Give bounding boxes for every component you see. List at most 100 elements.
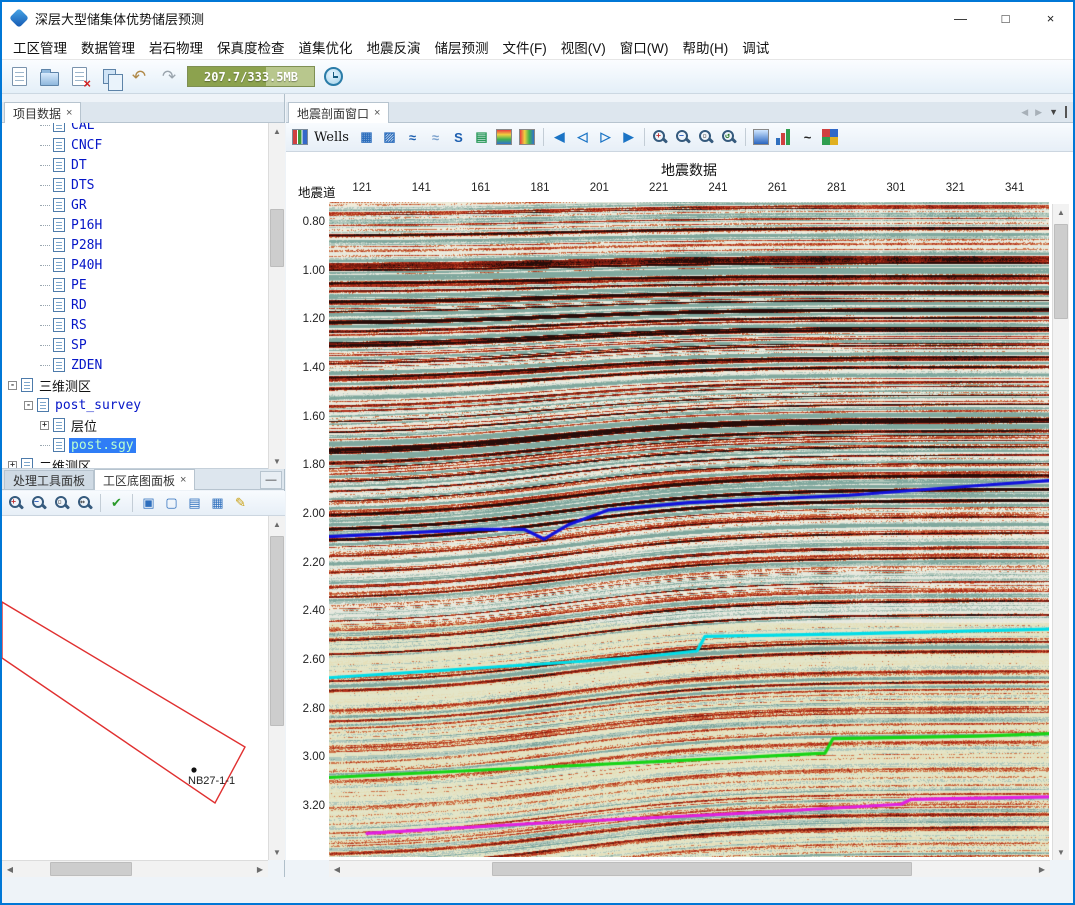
basemap-canvas[interactable]: NB27-1-1 [2,516,268,860]
edit-icon[interactable]: ✎ [231,494,250,513]
tab-close-icon[interactable]: × [374,107,380,119]
prev-section-icon[interactable]: ◁ [573,128,592,147]
basemap-hscrollbar[interactable]: ◀ ▶ [2,860,268,877]
zoom-in-icon[interactable]: + [6,494,25,513]
tab-工区底图面板[interactable]: 工区底图面板× [94,469,195,490]
menu-item-数据管理[interactable]: 数据管理 [74,34,142,60]
maximize-button[interactable]: □ [983,2,1028,34]
tree-item-DTS[interactable]: DTS [2,175,268,195]
zoom-in-icon[interactable]: + [651,128,670,147]
tree-toggle-icon[interactable]: + [8,461,17,470]
tree-item-SP[interactable]: SP [2,335,268,355]
menu-item-保真度检查[interactable]: 保真度检查 [210,34,292,60]
tab-list-icon[interactable]: ▼ [1049,107,1058,117]
tree-item-post_survey[interactable]: -post_survey [2,395,268,415]
zoom-out-icon[interactable]: − [29,494,48,513]
tree-toggle-icon[interactable]: - [24,401,33,410]
menu-item-帮助(H)[interactable]: 帮助(H) [675,34,735,60]
scroll-thumb[interactable] [270,209,284,267]
nav-next-icon[interactable]: ▶ [1035,107,1042,118]
tab-close-icon[interactable]: × [180,474,186,486]
tree-item-层位[interactable]: +层位 [2,415,268,435]
tree-item-P40H[interactable]: P40H [2,255,268,275]
variable-density-icon[interactable]: ▦ [357,128,376,147]
scroll-up-icon[interactable]: ▲ [269,123,285,139]
menu-item-工区管理[interactable]: 工区管理 [6,34,74,60]
tree-item-PE[interactable]: PE [2,275,268,295]
close-file-icon[interactable]: × [67,65,91,89]
overlay-grid-icon[interactable]: ▤ [472,128,491,147]
basemap-view[interactable]: NB27-1-1 [2,516,268,860]
density-mute-icon[interactable]: ▨ [380,128,399,147]
tab-seismic-section[interactable]: 地震剖面窗口 × [288,102,389,123]
tab-project-data[interactable]: 项目数据 × [4,102,81,123]
zoom-out-icon[interactable]: − [674,128,693,147]
tree-item-RD[interactable]: RD [2,295,268,315]
layers-icon[interactable]: ▤ [185,494,204,513]
scroll-thumb[interactable] [1054,224,1068,319]
attribute-icon[interactable] [821,128,840,147]
scroll-left-icon[interactable]: ◀ [329,861,345,877]
scroll-down-icon[interactable]: ▼ [1053,844,1069,860]
scroll-up-icon[interactable]: ▲ [269,516,285,532]
tree-item-P16H[interactable]: P16H [2,215,268,235]
scroll-right-icon[interactable]: ▶ [1034,861,1050,877]
menu-item-储层预测[interactable]: 储层预测 [428,34,496,60]
scroll-up-icon[interactable]: ▲ [1053,204,1069,220]
frame-icon[interactable]: ▢ [162,494,181,513]
select-icon[interactable]: ✔ [107,494,126,513]
seismic-vscrollbar[interactable]: ▲ ▼ [1052,204,1069,860]
tree-item-CAL[interactable]: CAL [2,123,268,135]
scroll-left-icon[interactable]: ◀ [2,861,18,877]
tree-toggle-icon[interactable]: - [8,381,17,390]
history-clock-icon[interactable] [321,65,345,89]
wiggle-mute-icon[interactable]: ≈ [426,128,445,147]
zoom-window-icon[interactable]: ▫ [697,128,716,147]
scroll-right-icon[interactable]: ▶ [252,861,268,877]
close-button[interactable]: × [1028,2,1073,34]
scroll-thumb[interactable] [50,862,132,876]
scroll-thumb[interactable] [492,862,912,876]
grid-icon[interactable]: ▦ [208,494,227,513]
menu-item-道集优化[interactable]: 道集优化 [292,34,360,60]
tree-item-CNCF[interactable]: CNCF [2,135,268,155]
colorbar-icon[interactable] [518,128,537,147]
tree-item-DT[interactable]: DT [2,155,268,175]
menu-item-文件(F)[interactable]: 文件(F) [496,34,554,60]
new-file-icon[interactable] [7,65,31,89]
zoom-fit-icon[interactable]: ↔ [75,494,94,513]
menu-item-窗口(W)[interactable]: 窗口(W) [613,34,676,60]
overlay-icon[interactable]: ▣ [139,494,158,513]
tree-item-RS[interactable]: RS [2,315,268,335]
panel-minimize-button[interactable]: — [260,471,282,489]
copy-icon[interactable] [97,65,121,89]
wells-toggle-icon[interactable] [290,128,309,147]
zoom-reset-icon[interactable]: ↺ [720,128,739,147]
menu-item-岩石物理[interactable]: 岩石物理 [142,34,210,60]
s-transform-icon[interactable]: S [449,128,468,147]
tab-处理工具面板[interactable]: 处理工具面板 [4,470,94,489]
detach-icon[interactable] [1065,107,1067,117]
scroll-down-icon[interactable]: ▼ [269,453,285,469]
tab-close-icon[interactable]: × [66,107,72,119]
scroll-thumb[interactable] [270,536,284,726]
histogram-icon[interactable] [775,128,794,147]
tree-vscrollbar[interactable]: ▲ ▼ [268,123,285,469]
zoom-window-icon[interactable]: ▫ [52,494,71,513]
tree-item-ZDEN[interactable]: ZDEN [2,355,268,375]
scroll-down-icon[interactable]: ▼ [269,844,285,860]
undo-icon[interactable]: ↶ [127,65,151,89]
basemap-vscrollbar[interactable]: ▲ ▼ [268,516,285,860]
well-marker[interactable] [191,767,196,772]
tree-toggle-icon[interactable]: + [40,421,49,430]
last-section-icon[interactable]: ▶ [619,128,638,147]
palette-icon[interactable] [495,128,514,147]
tree-item-二维测区[interactable]: +二维测区 [2,455,268,469]
wiggle-overlay-icon[interactable]: ≈ [403,128,422,147]
menu-item-地震反演[interactable]: 地震反演 [360,34,428,60]
gain-icon[interactable] [752,128,771,147]
open-file-icon[interactable] [37,65,61,89]
next-section-icon[interactable]: ▷ [596,128,615,147]
tree-item-三维测区[interactable]: -三维测区 [2,375,268,395]
first-section-icon[interactable]: ◀ [550,128,569,147]
